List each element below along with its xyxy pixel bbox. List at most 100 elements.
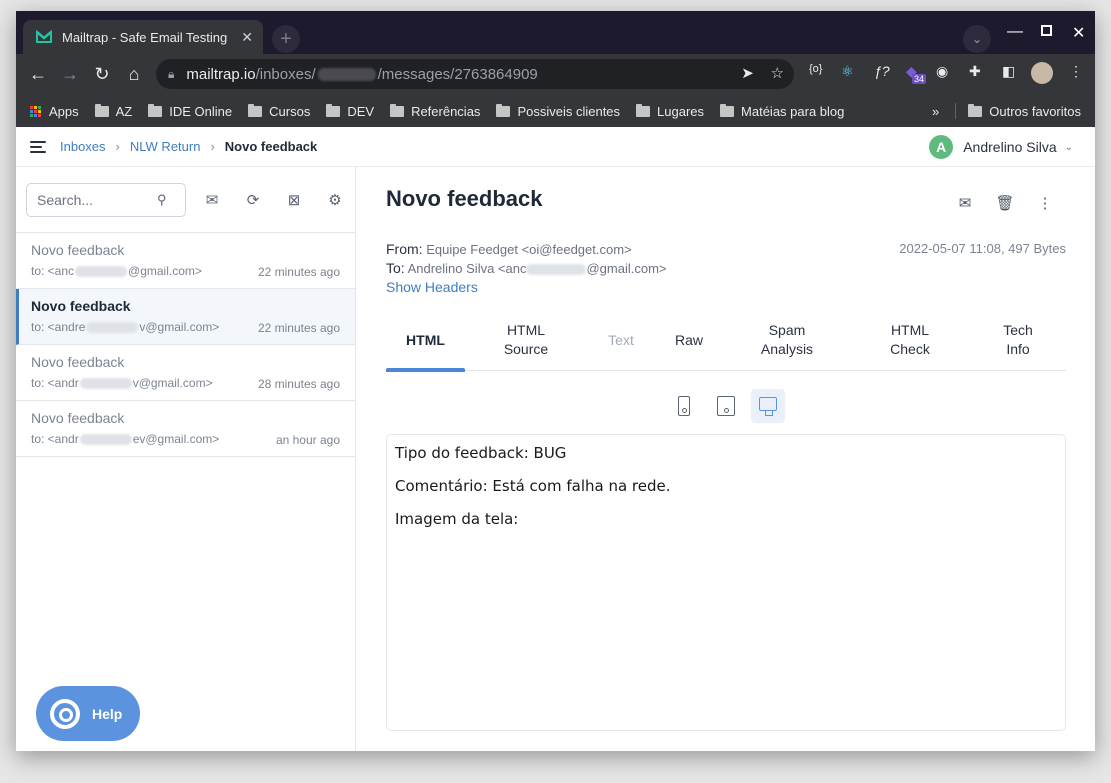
kebab-menu-icon[interactable]: ⋮ <box>1069 63 1083 80</box>
other-bookmarks[interactable]: Outros favoritos <box>989 104 1081 119</box>
tab-html-check[interactable]: HTML Check <box>880 309 940 371</box>
reload-icon[interactable]: ↻ <box>90 62 114 86</box>
sidepanel-icon[interactable]: ◧ <box>1002 63 1015 80</box>
tab-tech-info[interactable]: Tech Info <box>994 309 1042 371</box>
clear-inbox-icon[interactable]: ⊠ <box>282 188 306 212</box>
minimize-icon[interactable]: — <box>1007 23 1023 41</box>
redaction <box>79 378 132 390</box>
url-path-start: /inboxes/ <box>255 65 316 83</box>
recipient-suffix: v@gmail.com> <box>132 376 213 390</box>
apps-grid-icon <box>30 105 41 117</box>
maximize-icon[interactable] <box>1041 25 1052 36</box>
tab-search-icon[interactable]: ⌄ <box>963 25 991 53</box>
folder-icon <box>148 103 163 117</box>
new-tab-button[interactable]: + <box>272 25 300 53</box>
bookmark-star-icon[interactable]: ☆ <box>771 65 784 82</box>
to-value-prefix: Andrelino Silva <anc <box>407 261 527 276</box>
bookmark-label: Apps <box>49 103 79 119</box>
window-close-icon[interactable]: ✕ <box>1072 23 1085 43</box>
bookmark-folder[interactable]: IDE Online <box>148 103 232 119</box>
extension-badge-icon[interactable]: ◆ 34 <box>906 63 927 84</box>
function-extension-icon[interactable]: ƒ? <box>874 63 890 79</box>
bookmark-folder[interactable]: Possiveis clientes <box>496 103 620 119</box>
browser-window: Mailtrap - Safe Email Testing ✕ + ⌄ — ✕ … <box>16 11 1095 751</box>
redaction <box>75 266 128 278</box>
body-line: Tipo do feedback: BUG <box>395 444 567 462</box>
message-list-item-active[interactable]: Novo feedback to: <andre v@gmail.com> 22 … <box>16 289 355 345</box>
bookmark-folder[interactable]: Lugares <box>636 103 705 119</box>
message-subject: Novo feedback <box>31 410 125 426</box>
home-icon[interactable]: ⌂ <box>122 62 146 86</box>
hamburger-menu-icon[interactable] <box>30 140 46 153</box>
folder-icon <box>94 103 109 117</box>
user-menu[interactable]: A Andrelino Silva ⌄ <box>929 135 1073 159</box>
forward-icon[interactable]: → <box>58 62 82 86</box>
show-headers-link[interactable]: Show Headers <box>386 279 478 295</box>
user-name: Andrelino Silva <box>963 139 1057 155</box>
avatar: A <box>929 135 954 159</box>
glasses-extension-icon[interactable]: ◉ <box>936 63 948 80</box>
email-preview: Tipo do feedback: BUG Comentário: Está c… <box>386 434 1066 731</box>
bookmark-folder[interactable]: Cursos <box>248 103 310 119</box>
refresh-icon[interactable]: ⟳ <box>241 188 265 212</box>
breadcrumb-separator: › <box>115 139 120 154</box>
bookmark-folder[interactable]: DEV <box>326 103 375 119</box>
extension-json-icon[interactable]: {o} <box>809 63 822 75</box>
bookmark-label: Lugares <box>657 103 705 119</box>
react-devtools-icon[interactable]: ⚛ <box>841 63 854 80</box>
folder-icon <box>968 103 983 117</box>
bookmark-folder[interactable]: Referências <box>390 103 480 119</box>
recipient-suffix: v@gmail.com> <box>139 320 220 334</box>
folder-icon <box>326 103 341 117</box>
message-list-item[interactable]: Novo feedback to: <andr v@gmail.com> 28 m… <box>16 345 355 401</box>
redaction <box>86 322 139 334</box>
help-button[interactable]: Help <box>36 686 140 741</box>
mobile-view-button[interactable] <box>667 389 701 423</box>
breadcrumb-inboxes[interactable]: Inboxes <box>60 139 106 154</box>
desktop-view-button[interactable] <box>751 389 785 423</box>
bookmark-label: Matéias para blog <box>741 103 845 119</box>
message-list-item[interactable]: Novo feedback to: <andr ev@gmail.com> an … <box>16 401 355 457</box>
folder-icon <box>720 103 735 117</box>
address-bar[interactable]: 🔒︎ mailtrap.io /inboxes/ /messages/27638… <box>156 59 794 89</box>
search-box[interactable]: ⚲ <box>26 182 186 217</box>
tab-raw[interactable]: Raw <box>666 309 712 371</box>
message-subject: Novo feedback <box>31 298 131 314</box>
bookmark-apps[interactable]: Apps <box>30 104 79 119</box>
monitor-icon <box>759 396 777 416</box>
url-path-end: /messages/2763864909 <box>377 65 538 83</box>
message-panel: Novo feedback ✉ 🗑︎ ⋮ From: Equipe Feedge… <box>357 167 1095 751</box>
back-icon[interactable]: ← <box>26 62 50 86</box>
phone-icon <box>678 396 690 416</box>
settings-gear-icon[interactable]: ⚙ <box>323 188 347 212</box>
bookmark-folder[interactable]: Matéias para blog <box>720 103 845 119</box>
bookmark-label: DEV <box>347 103 375 119</box>
tab-html[interactable]: HTML <box>386 309 465 372</box>
help-label: Help <box>92 705 123 722</box>
tab-close-icon[interactable]: ✕ <box>241 29 253 46</box>
browser-tab[interactable]: Mailtrap - Safe Email Testing ✕ <box>23 20 263 54</box>
message-subject: Novo feedback <box>31 242 125 258</box>
folder-icon <box>248 103 263 117</box>
send-icon[interactable]: ➤ <box>741 65 754 82</box>
app-header: Inboxes › NLW Return › Novo feedback A A… <box>16 127 1095 167</box>
message-time: 22 minutes ago <box>257 321 340 335</box>
folder-icon <box>636 103 651 117</box>
bookmarks-overflow-icon[interactable]: » <box>932 104 939 119</box>
trash-icon[interactable]: 🗑︎ <box>994 192 1016 214</box>
message-list-item[interactable]: Novo feedback to: <anc @gmail.com> 22 min… <box>16 233 355 289</box>
bookmarks-divider <box>955 103 957 119</box>
forward-mail-icon[interactable]: ✉ <box>954 192 976 214</box>
url-redaction <box>317 67 376 81</box>
breadcrumb-inbox[interactable]: NLW Return <box>130 139 201 154</box>
puzzle-icon[interactable]: ✚ <box>969 63 981 80</box>
bookmark-folder[interactable]: AZ <box>94 103 132 119</box>
mark-read-icon[interactable]: ✉ <box>200 188 224 212</box>
tab-html-source[interactable]: HTML Source <box>496 309 556 371</box>
search-input[interactable] <box>37 191 157 208</box>
profile-avatar-icon[interactable] <box>1031 62 1053 84</box>
recipient-prefix: to: <andr <box>31 432 79 446</box>
tablet-view-button[interactable] <box>709 389 743 423</box>
more-vertical-icon[interactable]: ⋮ <box>1034 192 1056 214</box>
tab-spam-analysis[interactable]: Spam Analysis <box>752 309 822 371</box>
